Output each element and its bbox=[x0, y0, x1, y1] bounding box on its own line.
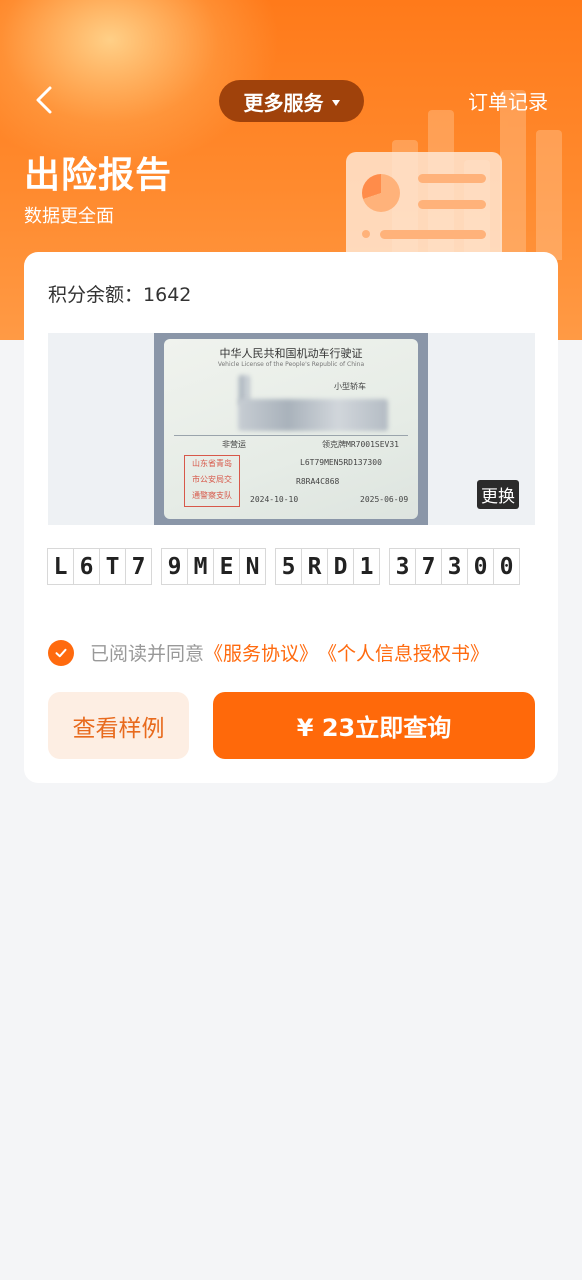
view-sample-button[interactable]: 查看样例 bbox=[48, 692, 189, 759]
license-photo-area[interactable]: 中华人民共和国机动车行驶证 Vehicle License of the Peo… bbox=[48, 333, 535, 525]
vin-char[interactable]: E bbox=[213, 548, 240, 585]
points-value: 1642 bbox=[143, 284, 192, 306]
privacy-authorization-link[interactable]: 《个人信息授权书》 bbox=[318, 639, 489, 666]
order-records-link[interactable]: 订单记录 bbox=[468, 86, 548, 115]
vin-char[interactable]: N bbox=[239, 548, 266, 585]
stamp-line: 市公安局交 bbox=[192, 475, 232, 484]
back-button[interactable] bbox=[28, 82, 64, 118]
license-title-en: Vehicle License of the People's Republic… bbox=[217, 361, 365, 368]
vin-char[interactable]: 9 bbox=[161, 548, 188, 585]
chevron-left-icon bbox=[36, 86, 52, 114]
license-engine-no: R8RA4C868 bbox=[296, 477, 340, 486]
stamp-line: 通警察支队 bbox=[192, 491, 232, 500]
agreement-prefix: 已阅读并同意 bbox=[90, 643, 205, 665]
check-icon bbox=[55, 648, 67, 657]
vin-char[interactable]: 3 bbox=[389, 548, 416, 585]
license-issue-date: 2025-06-09 bbox=[360, 495, 409, 504]
license-title: 中华人民共和国机动车行驶证 bbox=[219, 347, 363, 360]
pie-chart-icon bbox=[362, 174, 400, 212]
vehicle-license-card: 中华人民共和国机动车行驶证 Vehicle License of the Peo… bbox=[164, 339, 418, 519]
vin-char[interactable]: L bbox=[47, 548, 74, 585]
vin-char[interactable]: 6 bbox=[73, 548, 100, 585]
blurred-owner-address bbox=[238, 399, 388, 431]
page-subtitle: 数据更全面 bbox=[24, 206, 114, 227]
more-services-dropdown[interactable]: 更多服务 bbox=[219, 80, 364, 122]
agreement-row: 已阅读并同意 《服务协议》 《个人信息授权书》 bbox=[48, 639, 489, 666]
vin-char[interactable]: 7 bbox=[125, 548, 152, 585]
vin-group: 5 R D 1 bbox=[275, 548, 380, 585]
vin-group: L 6 T 7 bbox=[47, 548, 152, 585]
license-vehicle-type: 小型轿车 bbox=[334, 382, 366, 391]
change-photo-button[interactable]: 更换 bbox=[477, 480, 519, 509]
vin-char[interactable]: 0 bbox=[493, 548, 520, 585]
query-card: 积分余额：1642 中华人民共和国机动车行驶证 Vehicle License … bbox=[24, 252, 558, 783]
vin-char[interactable]: D bbox=[327, 548, 354, 585]
caret-down-icon bbox=[331, 99, 340, 106]
vin-char[interactable]: T bbox=[99, 548, 126, 585]
vin-char[interactable]: 1 bbox=[353, 548, 380, 585]
page-title: 出险报告 bbox=[24, 155, 173, 196]
vin-char[interactable]: 0 bbox=[467, 548, 494, 585]
vin-char[interactable]: 3 bbox=[441, 548, 468, 585]
points-label: 积分余额： bbox=[48, 284, 144, 306]
service-agreement-link[interactable]: 《服务协议》 bbox=[204, 639, 318, 666]
license-model: 领克牌MR7001SEV31 bbox=[322, 440, 399, 449]
license-photo: 中华人民共和国机动车行驶证 Vehicle License of the Peo… bbox=[154, 333, 428, 525]
vin-char[interactable]: 7 bbox=[415, 548, 442, 585]
query-now-button[interactable]: ¥ 23立即查询 bbox=[213, 692, 535, 759]
license-use-nature: 非营运 bbox=[222, 440, 246, 449]
vin-char[interactable]: R bbox=[301, 548, 328, 585]
points-balance: 积分余额：1642 bbox=[48, 280, 191, 307]
vin-group: 3 7 3 0 0 bbox=[389, 548, 520, 585]
vin-char[interactable]: 5 bbox=[275, 548, 302, 585]
stamp-line: 山东省青岛 bbox=[192, 459, 232, 468]
vin-group: 9 M E N bbox=[161, 548, 266, 585]
license-vin: L6T79MEN5RD137300 bbox=[300, 458, 382, 467]
vin-char[interactable]: M bbox=[187, 548, 214, 585]
license-register-date: 2024-10-10 bbox=[250, 495, 299, 504]
more-services-label: 更多服务 bbox=[243, 90, 324, 115]
agree-checkbox[interactable] bbox=[48, 639, 74, 666]
license-stamp: 山东省青岛 市公安局交 通警察支队 bbox=[184, 455, 240, 507]
vin-input[interactable]: L 6 T 7 9 M E N 5 R D 1 3 7 3 0 0 bbox=[47, 548, 520, 585]
report-illustration bbox=[346, 152, 502, 262]
